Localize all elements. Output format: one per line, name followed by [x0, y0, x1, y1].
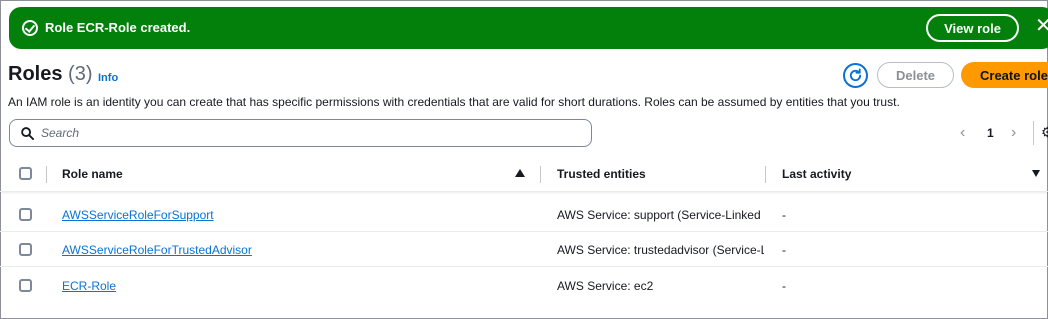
column-header-last-activity[interactable]: Last activity: [782, 167, 851, 181]
column-divider[interactable]: [540, 166, 541, 183]
success-flash-banner: Role ECR-Role created. View role ✕: [9, 7, 1048, 49]
flash-message: Role ECR-Role created.: [45, 20, 191, 35]
page-title: Roles (3): [8, 63, 92, 86]
pagination-divider: [1033, 121, 1034, 145]
search-box: [9, 119, 592, 147]
row-checkbox[interactable]: [19, 208, 32, 221]
table-row: ECR-Role AWS Service: ec2 -: [0, 268, 1048, 303]
last-activity: -: [782, 243, 786, 257]
column-header-trusted-entities[interactable]: Trusted entities: [557, 167, 646, 181]
view-role-button[interactable]: View role: [926, 14, 1019, 42]
close-icon[interactable]: ✕: [1035, 16, 1048, 36]
column-header-role-name[interactable]: Role name: [62, 167, 123, 181]
table-row: AWSServiceRoleForTrustedAdvisor AWS Serv…: [0, 232, 1048, 267]
sort-ascending-icon[interactable]: [515, 169, 525, 177]
sort-dropdown-icon[interactable]: [1032, 170, 1040, 177]
trusted-entity-text: AWS Service: ec2: [557, 279, 654, 293]
role-count: (3): [68, 63, 93, 85]
last-activity: -: [782, 279, 786, 293]
create-role-button[interactable]: Create role: [961, 62, 1048, 88]
trusted-entity-text: AWS Service: trustedadvisor (: [557, 243, 717, 257]
last-activity: -: [782, 208, 786, 222]
select-all-checkbox[interactable]: [19, 167, 32, 180]
trusted-entity: AWS Service: ec2: [557, 279, 764, 293]
search-icon: [21, 127, 34, 140]
row-checkbox[interactable]: [19, 279, 32, 292]
page-number[interactable]: 1: [987, 126, 994, 140]
column-divider: [46, 166, 47, 183]
delete-button[interactable]: Delete: [877, 62, 954, 88]
trusted-entity: AWS Service: trustedadvisor (Service-Lin…: [557, 243, 764, 257]
table-row: AWSServiceRoleForSupport AWS Service: su…: [0, 197, 1048, 232]
trusted-entity: AWS Service: support (Service-Linked: [557, 208, 764, 222]
trusted-entity-text: AWS Service: support (: [557, 208, 682, 222]
search-input[interactable]: [41, 124, 581, 142]
success-check-icon: [22, 20, 38, 36]
previous-page-icon[interactable]: ‹: [960, 124, 965, 142]
settings-gear-icon[interactable]: ⚙: [1041, 124, 1048, 141]
role-name-link[interactable]: AWSServiceRoleForTrustedAdvisor: [62, 243, 252, 257]
page-title-text: Roles: [8, 63, 63, 85]
page-description: An IAM role is an identity you can creat…: [8, 95, 900, 109]
service-linked-tooltip[interactable]: Service-Linked: [716, 243, 764, 257]
refresh-button[interactable]: [843, 63, 868, 88]
column-divider[interactable]: [765, 166, 766, 183]
role-name-link[interactable]: AWSServiceRoleForSupport: [62, 208, 214, 222]
service-linked-tooltip[interactable]: Service-Linked: [681, 208, 761, 222]
table-header: Role name Trusted entities Last activity: [0, 156, 1048, 192]
next-page-icon[interactable]: ›: [1011, 124, 1016, 142]
refresh-icon: [849, 68, 862, 82]
row-checkbox[interactable]: [19, 243, 32, 256]
info-link[interactable]: Info: [98, 72, 118, 84]
role-name-link[interactable]: ECR-Role: [62, 279, 116, 293]
